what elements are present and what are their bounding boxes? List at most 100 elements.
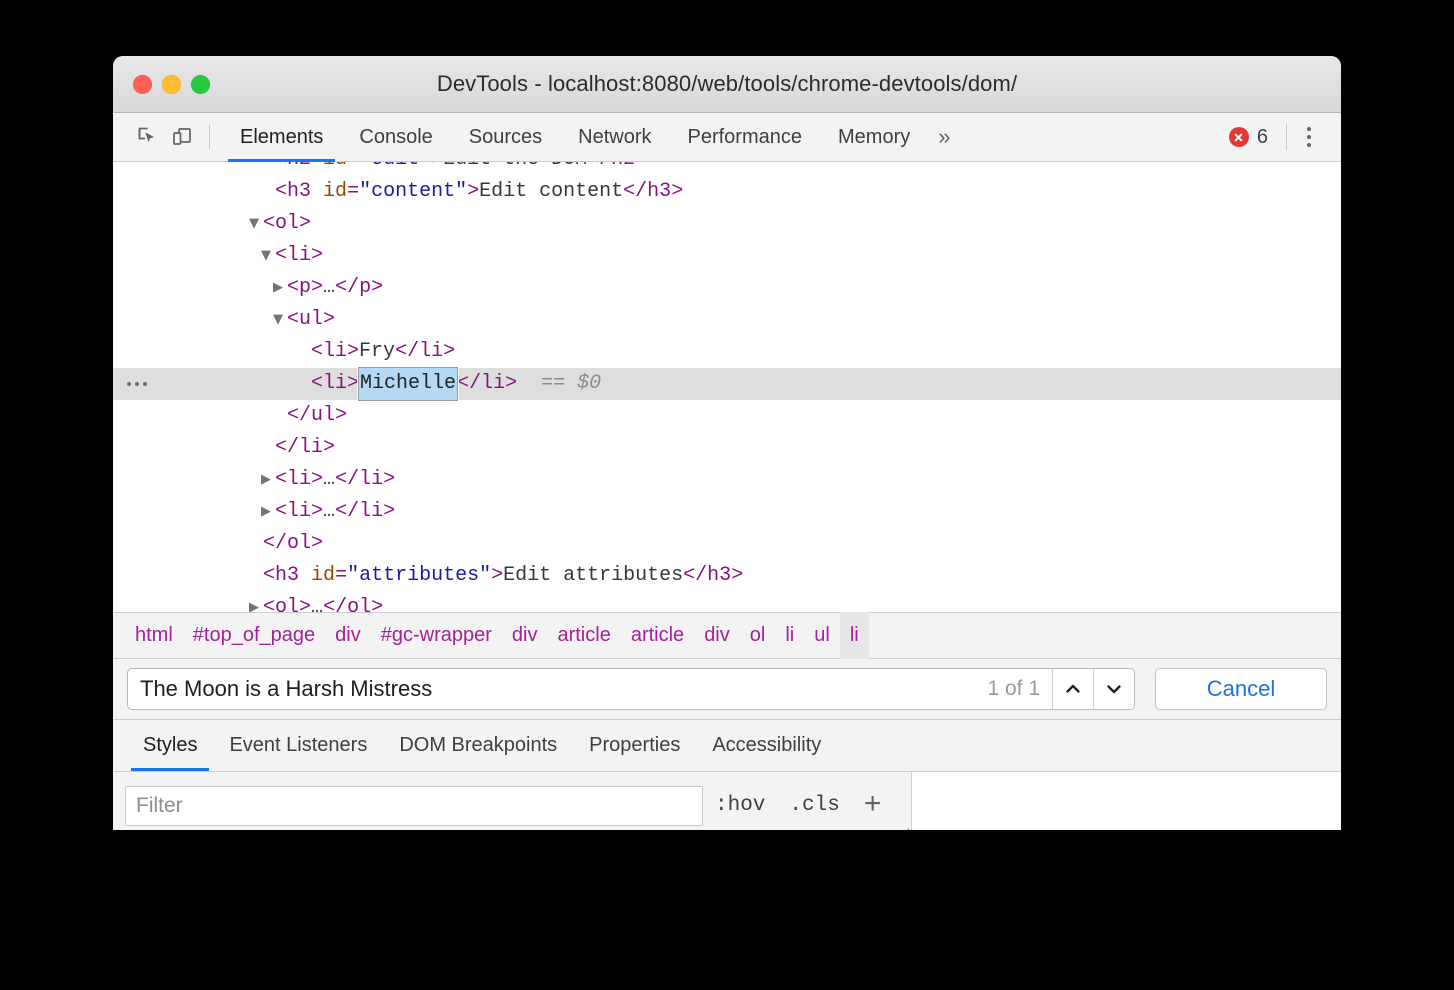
- dom-token-punct: =: [335, 564, 348, 587]
- collapse-triangle-icon[interactable]: ▼: [269, 304, 287, 336]
- tab-console[interactable]: Console: [341, 113, 450, 162]
- dom-token-punct: </: [587, 162, 611, 176]
- dom-token-punct: <: [311, 340, 324, 363]
- dom-row-content: ▶<h2 id="edit">Edit the DOM</h2>: [125, 162, 647, 176]
- dom-tree-row[interactable]: ▶</ul>: [113, 400, 1341, 432]
- close-button[interactable]: [133, 74, 152, 94]
- error-count-label: 6: [1256, 125, 1268, 148]
- dom-row-content: ▼ < ol >: [125, 208, 311, 240]
- tab-performance[interactable]: Performance: [670, 113, 821, 162]
- dom-token-tag: h3: [275, 564, 300, 587]
- dom-token-tag: li: [359, 468, 384, 491]
- dom-token-punct: >: [731, 564, 744, 587]
- dom-token-punct: >: [431, 162, 443, 176]
- dom-token-punct: </: [263, 532, 288, 555]
- breadcrumb-item-article[interactable]: article: [547, 612, 620, 659]
- error-count-badge[interactable]: 6: [1217, 126, 1280, 149]
- tab-memory[interactable]: Memory: [820, 113, 928, 162]
- sidebar-tab-accessibility[interactable]: Accessibility: [696, 720, 837, 771]
- search-input[interactable]: [128, 676, 976, 702]
- dom-token-punct: <: [275, 468, 288, 491]
- dom-token-punct: <: [287, 308, 300, 331]
- tab-elements[interactable]: Elements: [222, 113, 341, 162]
- expand-triangle-icon[interactable]: ▶: [257, 464, 275, 496]
- sidebar-tab-properties[interactable]: Properties: [573, 720, 696, 771]
- collapse-triangle-icon[interactable]: ▼: [245, 208, 263, 240]
- breadcrumb-item-ol[interactable]: ol: [740, 612, 776, 659]
- sidebar-tab-dom-breakpoints[interactable]: DOM Breakpoints: [383, 720, 573, 771]
- breadcrumb-item--gc-wrapper[interactable]: #gc-wrapper: [371, 612, 502, 659]
- breadcrumb-item-article[interactable]: article: [621, 612, 694, 659]
- tab-network[interactable]: Network: [560, 113, 669, 162]
- inline-text-editor[interactable]: Michelle: [358, 367, 459, 401]
- dom-tree-row[interactable]: ▶ < li >… </li >: [113, 496, 1341, 528]
- collapse-triangle-icon[interactable]: ▼: [257, 240, 275, 272]
- dom-tree-row[interactable]: ▶ < ol >… </ol >: [113, 592, 1341, 612]
- dom-token-ellip: …: [323, 276, 336, 299]
- dom-tree-row[interactable]: ▶<h2 id="edit">Edit the DOM</h2>: [113, 162, 1341, 176]
- dom-tree-row-selected[interactable]: ▶<li>Michelle</li> == $0: [113, 367, 1341, 401]
- toggle-hover-state-button[interactable]: :hov: [703, 794, 777, 817]
- dom-tree-row[interactable]: ▶<li>Fry</li>: [113, 336, 1341, 368]
- sidebar-tab-event-listeners[interactable]: Event Listeners: [213, 720, 383, 771]
- breadcrumb-item-div[interactable]: div: [325, 612, 371, 659]
- search-prev-button[interactable]: [1052, 669, 1093, 709]
- breadcrumb-item-div[interactable]: div: [502, 612, 548, 659]
- dom-token-tag: ul: [311, 404, 336, 427]
- dom-token-tag: h2: [611, 162, 635, 176]
- breadcrumb-item-ul[interactable]: ul: [804, 612, 840, 659]
- search-match-count: 1 of 1: [987, 677, 1040, 700]
- zoom-button[interactable]: [191, 74, 210, 94]
- dom-token-punct: <: [275, 244, 288, 267]
- dom-token-punct: <: [287, 276, 300, 299]
- dom-token-punct: >: [671, 180, 684, 203]
- tab-performance-label: Performance: [687, 125, 803, 148]
- dom-tree-row[interactable]: ▶ < li >… </li >: [113, 464, 1341, 496]
- dom-tree-row[interactable]: ▶</ol>: [113, 528, 1341, 560]
- expand-triangle-icon[interactable]: ▶: [257, 496, 275, 528]
- dom-row-content: ▼ < ul >: [125, 304, 335, 336]
- pane-resize-grip[interactable]: [900, 828, 909, 830]
- dom-row-content: ▶ < p >… </p >: [125, 272, 383, 304]
- minimize-button[interactable]: [162, 74, 181, 94]
- search-cancel-button[interactable]: Cancel: [1155, 668, 1327, 710]
- breadcrumb-item-li[interactable]: li: [775, 612, 804, 659]
- dom-tree-row[interactable]: ▶ < p >… </p >: [113, 272, 1341, 304]
- dom-token-tag: li: [287, 468, 312, 491]
- row-ellipsis-gutter-icon[interactable]: [127, 368, 147, 400]
- dom-tree-row[interactable]: ▶<h3 id="content">Edit content</h3>: [113, 176, 1341, 208]
- styles-filter-input[interactable]: Filter: [125, 785, 703, 826]
- tab-sources[interactable]: Sources: [451, 113, 560, 162]
- expand-triangle-icon[interactable]: ▶: [245, 592, 263, 612]
- dom-token-tag: li: [419, 340, 444, 363]
- breadcrumb-item-div[interactable]: div: [694, 612, 740, 659]
- sidebar-tab-styles[interactable]: Styles: [127, 720, 213, 771]
- dom-tree-panel[interactable]: ▶<h2 id="edit">Edit the DOM</h2>▶<h3 id=…: [113, 162, 1341, 612]
- dom-token-punct: >: [311, 468, 324, 491]
- dom-token-punct: >: [311, 244, 324, 267]
- breadcrumb-item-html[interactable]: html: [125, 612, 183, 659]
- device-toolbar-icon[interactable]: [165, 120, 199, 154]
- dom-token-punct: <: [275, 180, 288, 203]
- toggle-class-button[interactable]: .cls: [777, 794, 851, 817]
- dom-tree-rows: ▶<h2 id="edit">Edit the DOM</h2>▶<h3 id=…: [113, 162, 1341, 612]
- new-style-rule-button[interactable]: +: [852, 788, 892, 823]
- dom-tree-row[interactable]: ▶<h3 id="attributes">Edit attributes</h3…: [113, 560, 1341, 592]
- dom-token-ellip: …: [323, 500, 336, 523]
- search-next-button[interactable]: [1093, 669, 1134, 709]
- breadcrumb-item--top-of-page[interactable]: #top_of_page: [183, 612, 325, 659]
- toolbar-divider-2: [1286, 124, 1287, 150]
- more-tabs-icon[interactable]: »: [928, 124, 964, 150]
- breadcrumb-item-li[interactable]: li: [839, 612, 869, 659]
- dom-token-txt: Edit the DOM: [443, 162, 587, 176]
- dom-token-tag: li: [323, 372, 348, 395]
- kebab-menu-icon[interactable]: [1291, 119, 1327, 155]
- dom-tree-row[interactable]: ▶</li>: [113, 432, 1341, 464]
- expand-triangle-icon[interactable]: ▶: [269, 272, 287, 304]
- dom-tree-row[interactable]: ▼ < ol >: [113, 208, 1341, 240]
- inspect-element-icon[interactable]: [131, 120, 165, 154]
- dom-token-punct: >: [383, 468, 396, 491]
- dom-tree-row[interactable]: ▼ < ul >: [113, 304, 1341, 336]
- dom-tree-row[interactable]: ▼ < li >: [113, 240, 1341, 272]
- dom-token-punct: >: [311, 276, 324, 299]
